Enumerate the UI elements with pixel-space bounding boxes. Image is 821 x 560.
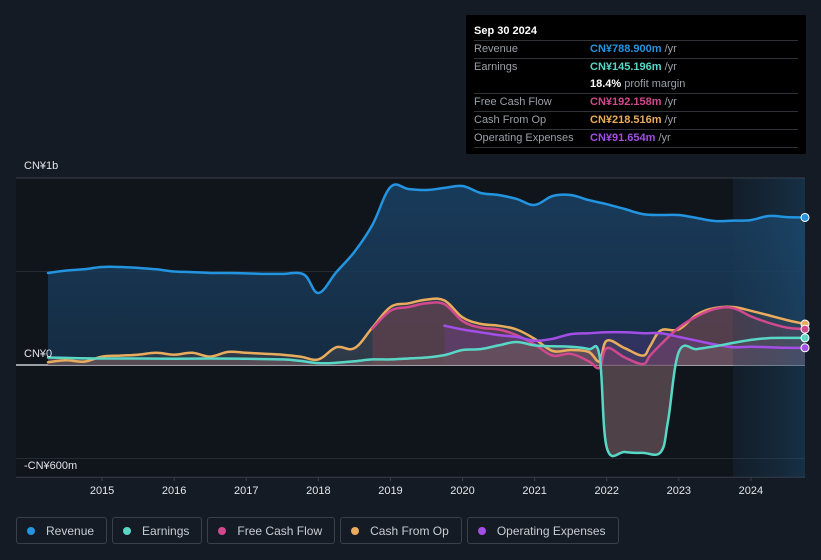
legend-dot-icon [218, 526, 227, 535]
tooltip-label: Free Cash Flow [474, 96, 552, 108]
tooltip-row-profit-margin: 18.4% profit margin [474, 76, 798, 94]
tooltip-label [474, 76, 590, 93]
tooltip-label: Operating Expenses [474, 132, 574, 144]
tooltip-date: Sep 30 2024 [474, 23, 798, 41]
x-tick-label: 2015 [90, 485, 114, 497]
tooltip-row-earnings: Earnings CN¥145.196m /yr [474, 59, 798, 76]
legend-label: Revenue [46, 523, 95, 538]
tooltip-label: Revenue [474, 43, 519, 55]
tooltip-unit: /yr [664, 114, 677, 126]
tooltip-unit: /yr [658, 132, 671, 144]
x-axis: 2015 2016 2017 2018 2019 2020 2021 2022 2023 2024 [90, 477, 763, 497]
tooltip-label: Earnings [474, 61, 518, 73]
legend-item-operating-expenses[interactable]: Operating Expenses [466, 517, 619, 544]
tooltip-value: CN¥788.900m [590, 43, 662, 55]
legend-item-revenue[interactable]: Revenue [16, 517, 108, 544]
legend-item-free-cash-flow[interactable]: Free Cash Flow [207, 517, 336, 544]
tooltip-unit: /yr [664, 43, 677, 55]
tooltip-row-fcf: Free Cash Flow CN¥192.158m /yr [474, 94, 798, 112]
legend-label: Free Cash Flow [237, 523, 323, 538]
x-tick-label: 2019 [378, 485, 402, 497]
tooltip-row-cfo: Cash From Op CN¥218.516m /yr [474, 112, 798, 130]
legend-label: Cash From Op [370, 523, 449, 538]
x-tick-label: 2023 [667, 485, 691, 497]
tooltip-value: CN¥91.654m [590, 132, 656, 144]
profit-margin-value: 18.4% [590, 78, 622, 90]
x-tick-label: 2024 [739, 485, 763, 497]
y-tick-label-zero: CN¥0 [24, 348, 53, 360]
tooltip-unit: /yr [664, 61, 677, 73]
tooltip-value: CN¥145.196m [590, 61, 662, 73]
tooltip-row-revenue: Revenue CN¥788.900m /yr [474, 41, 798, 59]
legend-label: Operating Expenses [496, 523, 606, 538]
legend-dot-icon [351, 526, 360, 535]
legend-dot-icon [477, 526, 486, 535]
tooltip-row-opex: Operating Expenses CN¥91.654m /yr [474, 130, 798, 148]
x-tick-label: 2018 [306, 485, 330, 497]
legend-dot-icon [27, 526, 35, 535]
x-tick-label: 2017 [234, 485, 258, 497]
legend: Revenue Earnings Free Cash Flow Cash Fro… [16, 517, 619, 544]
earnings-end-marker[interactable] [800, 333, 810, 343]
x-tick-label: 2016 [162, 485, 186, 497]
legend-item-earnings[interactable]: Earnings [112, 517, 203, 544]
y-tick-label-bottom: -CN¥600m [24, 460, 78, 472]
revenue-end-marker[interactable] [800, 212, 810, 222]
y-tick-label-top: CN¥1b [24, 160, 59, 172]
legend-item-cash-from-op[interactable]: Cash From Op [340, 517, 462, 544]
tooltip-label: Cash From Op [474, 114, 547, 126]
x-tick-label: 2022 [594, 485, 618, 497]
tooltip-panel: Sep 30 2024 Revenue CN¥788.900m /yr Earn… [466, 15, 806, 154]
x-tick-label: 2021 [522, 485, 546, 497]
free-cash-flow-end-marker[interactable] [800, 324, 810, 334]
tooltip-value: CN¥192.158m [590, 96, 662, 108]
legend-dot-icon [123, 526, 132, 535]
legend-label: Earnings [142, 523, 190, 538]
operating-expenses-end-marker[interactable] [800, 343, 810, 353]
tooltip-value: CN¥218.516m [590, 114, 662, 126]
tooltip-unit: /yr [664, 96, 677, 108]
x-tick-label: 2020 [450, 485, 474, 497]
profit-margin-label: profit margin [624, 78, 686, 90]
